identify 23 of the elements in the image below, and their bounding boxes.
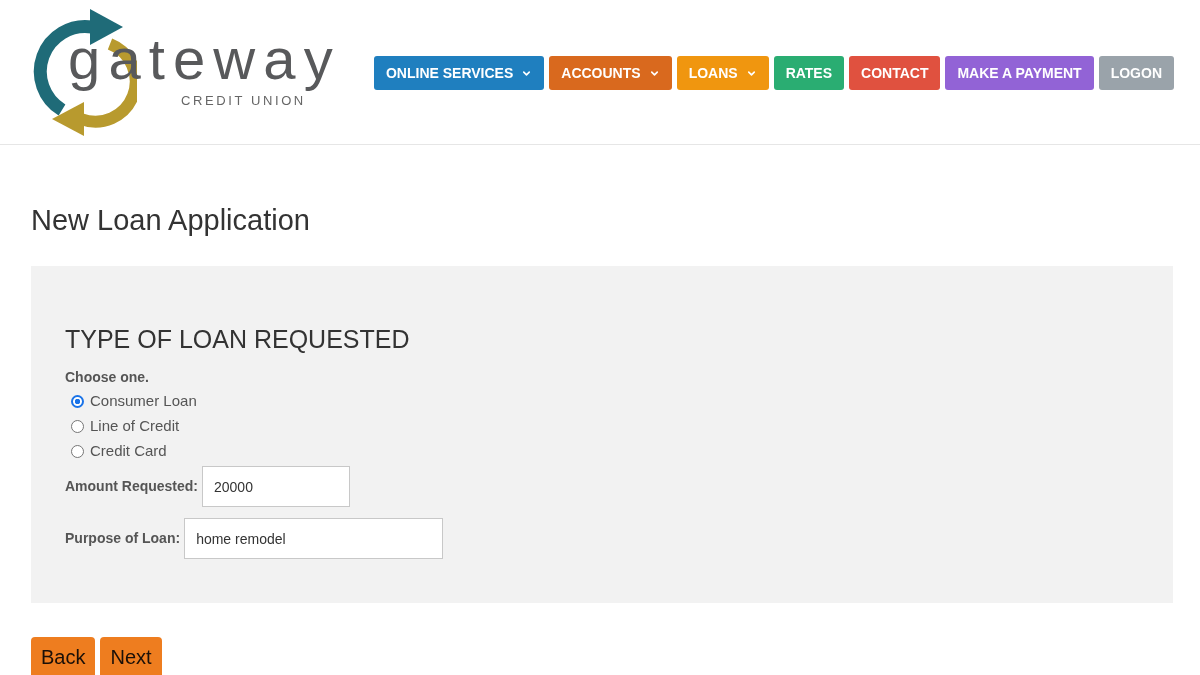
field-label: Amount Requested: (65, 477, 198, 496)
radio-label: Consumer Loan (90, 391, 197, 412)
nav-step-button[interactable]: Next (100, 637, 162, 675)
input-field[interactable]: home remodel (184, 518, 444, 559)
logo-tagline: CREDIT UNION (181, 94, 306, 107)
nav-step-button[interactable]: Back (31, 637, 96, 675)
radio-button[interactable] (71, 395, 84, 408)
nav-menu-button[interactable]: ONLINE SERVICES (373, 56, 545, 90)
page-title: New Loan Application (31, 204, 310, 236)
input-field[interactable]: 20000 (202, 466, 350, 507)
nav-menu-button[interactable]: RATES (773, 56, 845, 90)
radio-label: Line of Credit (90, 416, 180, 437)
section-title: TYPE OF LOAN REQUESTED (65, 324, 410, 354)
nav-menu-button[interactable]: LOGON (1098, 56, 1174, 90)
radio-label: Credit Card (90, 441, 167, 462)
radio-button[interactable] (71, 420, 84, 433)
prompt-text: Choose one. (65, 369, 149, 386)
nav-menu-button[interactable]: ACCOUNTS (549, 56, 672, 90)
nav-menu-button[interactable]: CONTACT (849, 56, 941, 90)
field-label: Purpose of Loan: (65, 529, 181, 548)
nav-menu-button[interactable]: LOANS (676, 56, 769, 90)
radio-button[interactable] (71, 445, 84, 458)
nav-menu-button[interactable]: MAKE A PAYMENT (945, 56, 1094, 90)
